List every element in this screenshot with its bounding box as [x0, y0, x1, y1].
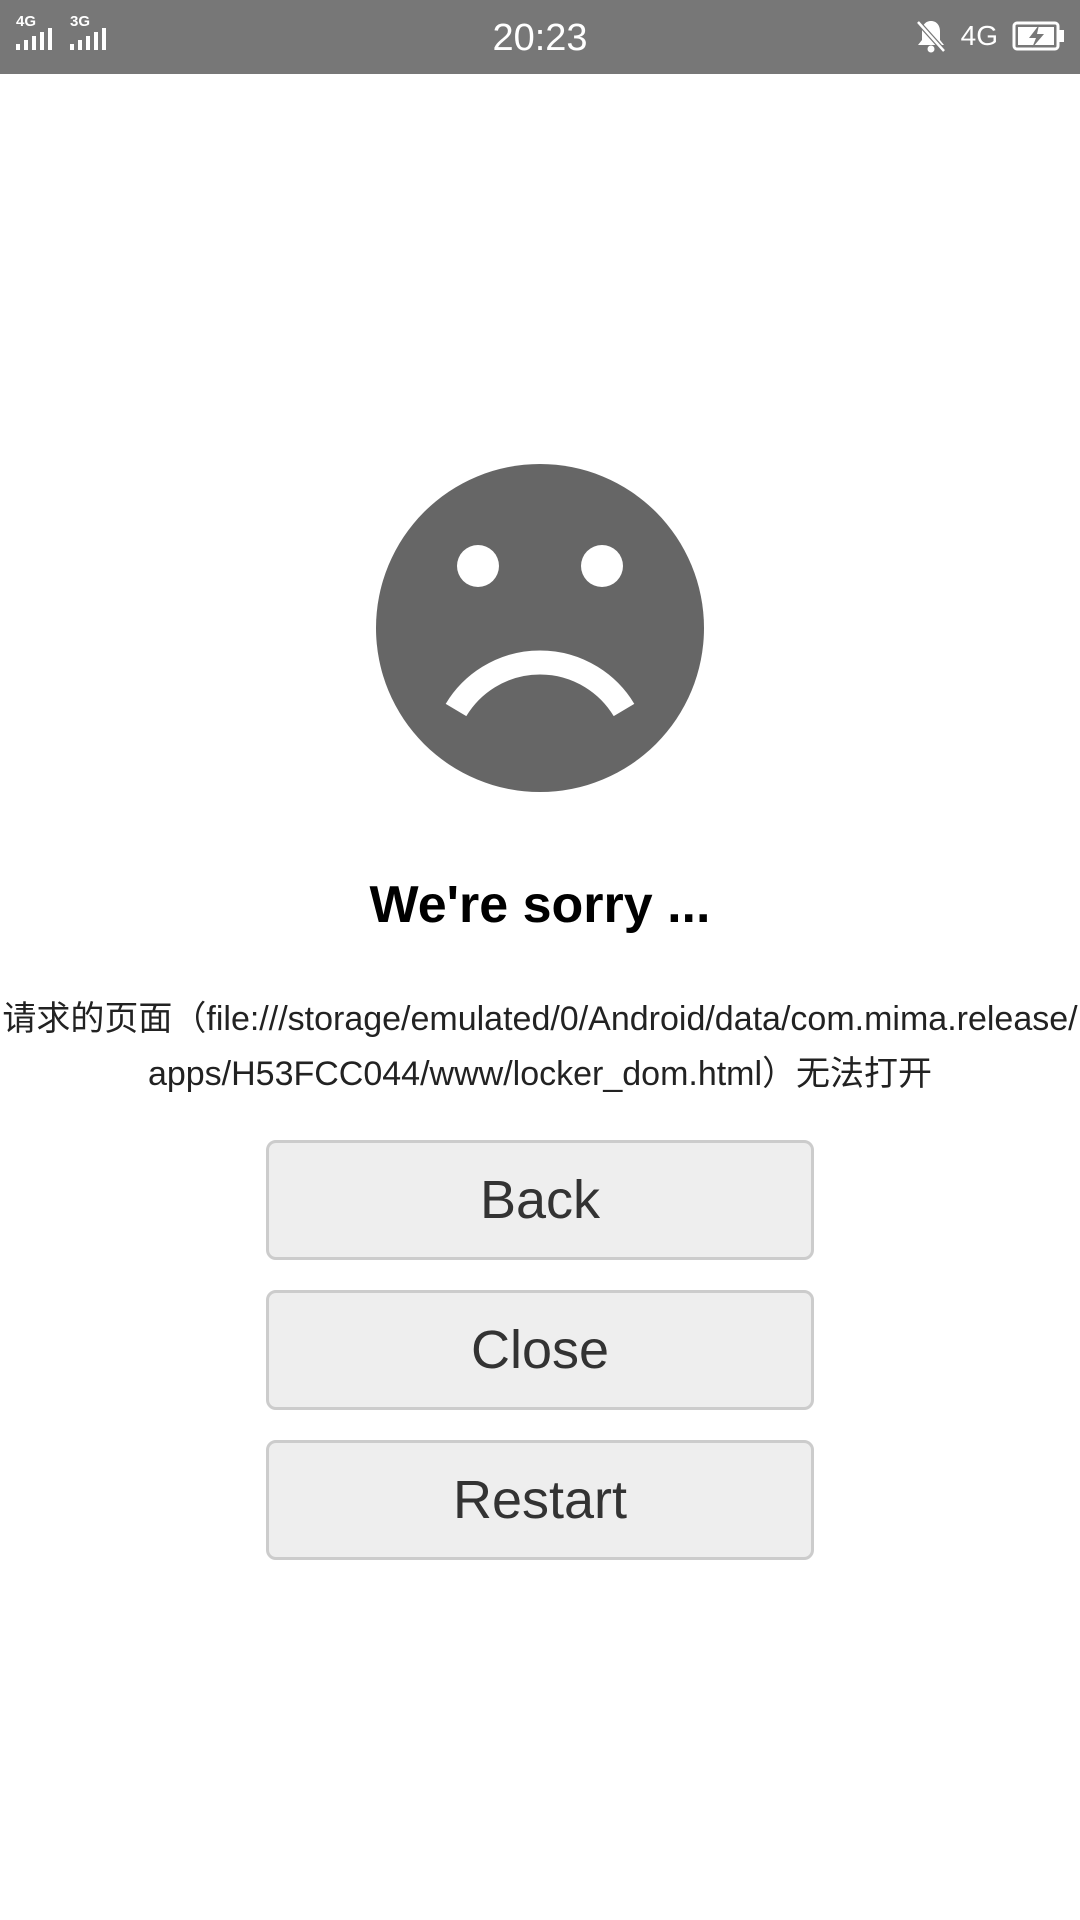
- sad-face-icon: [376, 464, 704, 792]
- bell-off-icon: [915, 20, 946, 53]
- status-bar: 4G 3G 20:23 4G: [0, 0, 1080, 74]
- close-button[interactable]: Close: [266, 1290, 814, 1410]
- status-right-icons: 4G: [915, 18, 1066, 54]
- error-page: We're sorry ... 请求的页面（file:///storage/em…: [0, 74, 1080, 1920]
- page-title: We're sorry ...: [369, 876, 711, 934]
- error-message: 请求的页面（file:///storage/emulated/0/Android…: [2, 1000, 1078, 1093]
- restart-button[interactable]: Restart: [266, 1440, 814, 1560]
- network-type: 4G: [960, 20, 998, 51]
- battery-charging-icon: [1012, 21, 1064, 51]
- back-button[interactable]: Back: [266, 1140, 814, 1260]
